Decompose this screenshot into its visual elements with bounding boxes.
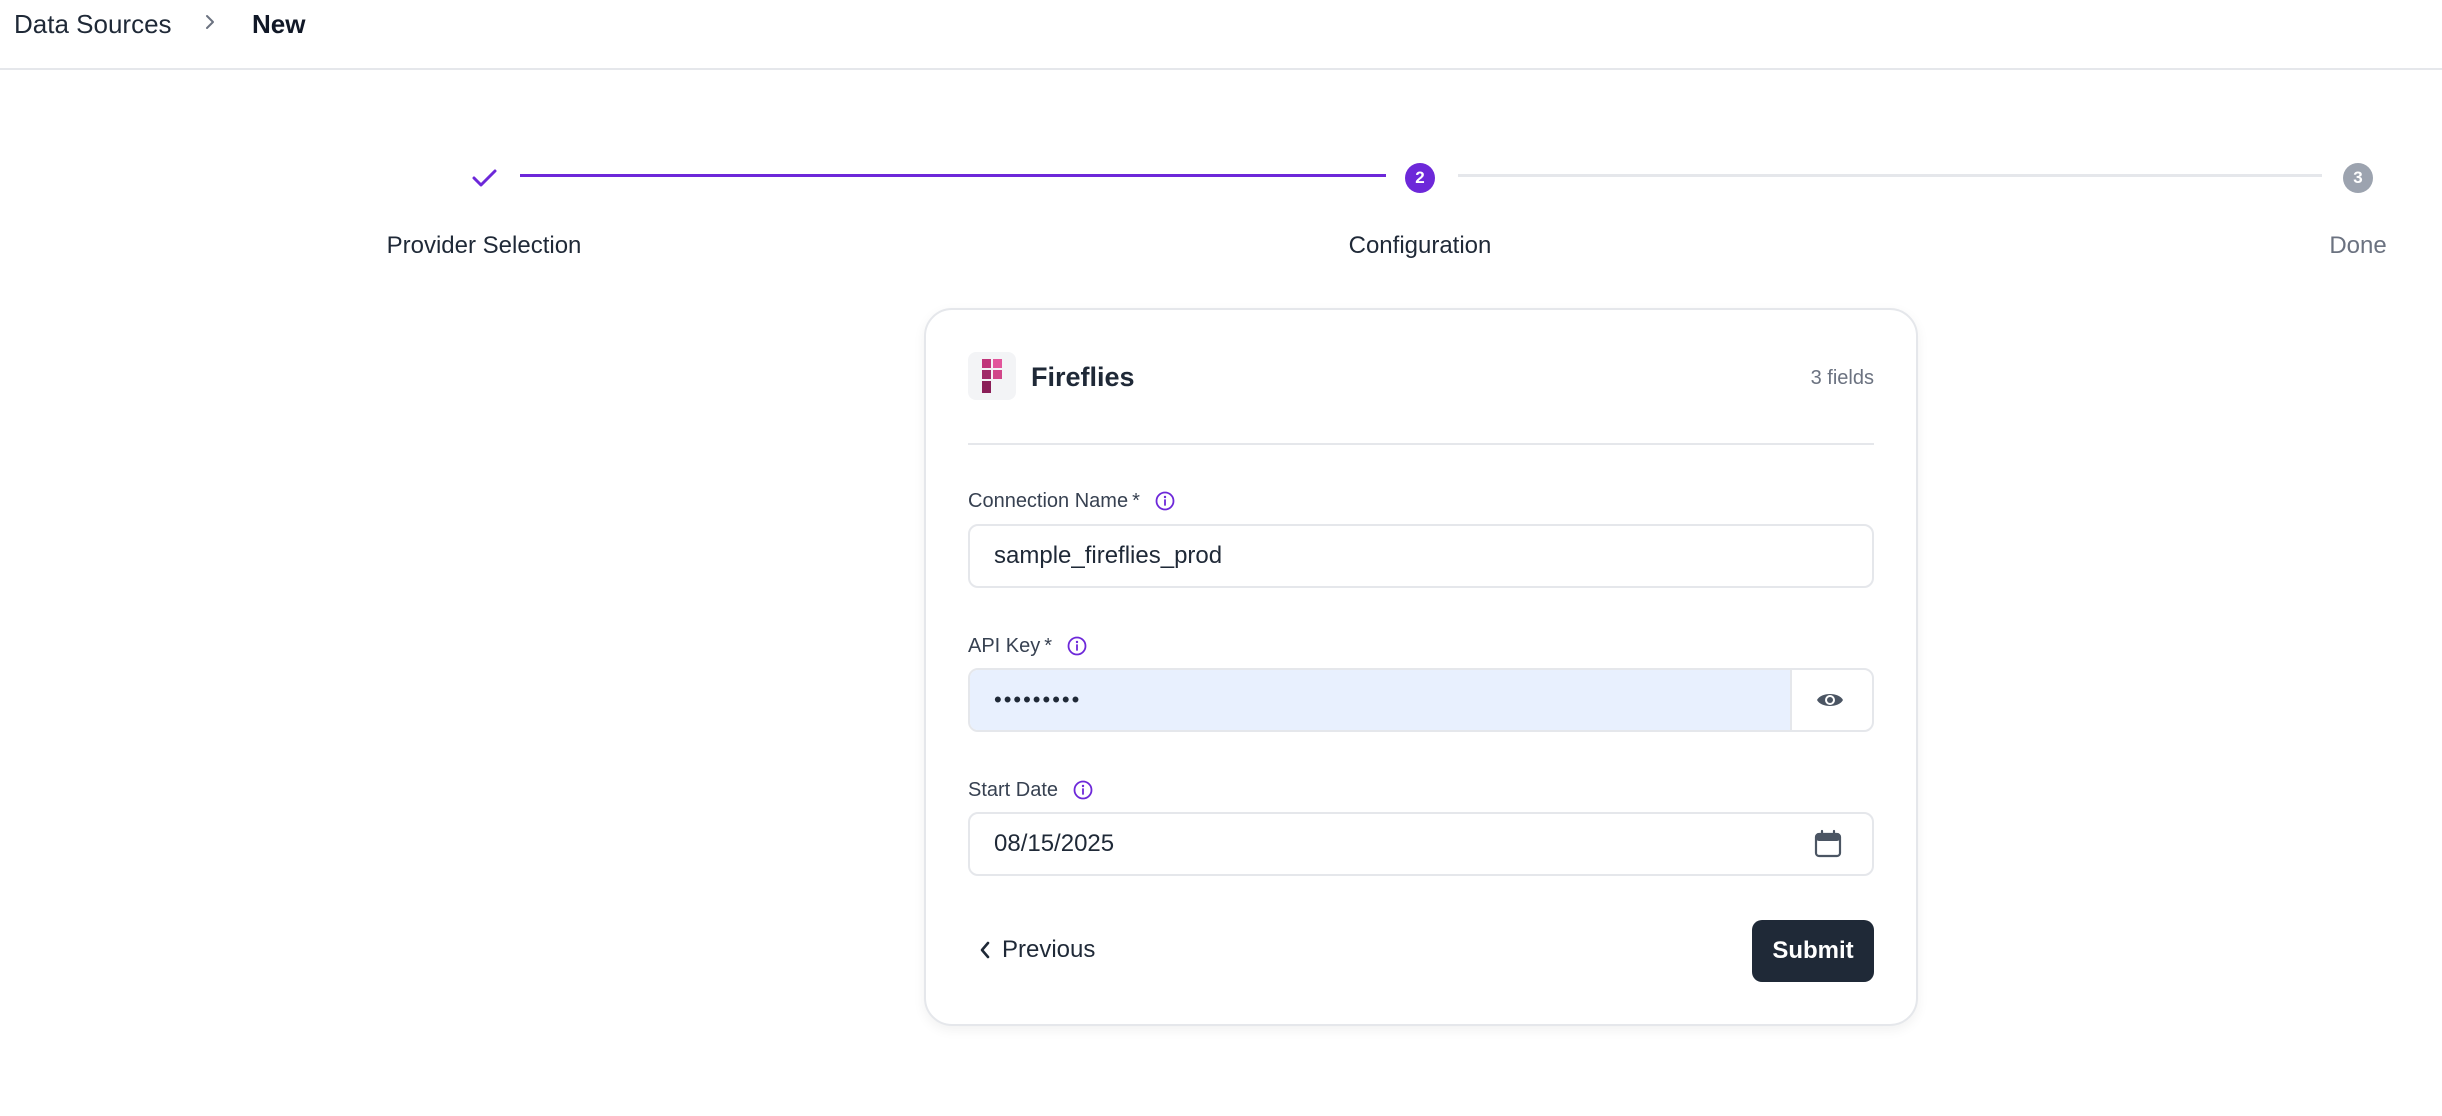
check-icon	[472, 169, 497, 187]
submit-button[interactable]: Submit	[1752, 920, 1874, 982]
info-icon[interactable]	[1066, 635, 1088, 657]
api-key-input[interactable]: •••••••••	[968, 668, 1874, 732]
chevron-left-icon	[980, 941, 990, 959]
connection-name-label: Connection Name *	[968, 488, 1176, 514]
breadcrumb-current: New	[252, 9, 306, 39]
toggle-visibility-button[interactable]	[1788, 670, 1872, 730]
configuration-card: Fireflies 3 fields Connection Name * samp…	[924, 308, 1918, 1026]
calendar-icon[interactable]	[1812, 828, 1844, 860]
connection-name-input[interactable]: sample_fireflies_prod	[968, 524, 1874, 588]
step-connector-completed	[520, 174, 1386, 177]
api-key-label-text: API Key	[968, 635, 1041, 657]
start-date-label: Start Date	[968, 777, 1094, 803]
step-2-marker: 2	[1405, 163, 1435, 193]
chevron-right-icon	[206, 15, 214, 29]
eye-icon	[1817, 694, 1843, 706]
connection-name-label-text: Connection Name	[968, 490, 1129, 512]
start-date-label-text: Start Date	[968, 779, 1059, 801]
api-key-autofill-area[interactable]	[970, 670, 1792, 730]
connection-name-value: sample_fireflies_prod	[994, 542, 1223, 569]
card-divider	[968, 443, 1874, 445]
api-key-value: •••••••••	[994, 687, 1082, 712]
provider-name: Fireflies	[1031, 362, 1135, 392]
previous-button[interactable]: Previous	[978, 930, 1095, 970]
breadcrumb-data-sources[interactable]: Data Sources	[14, 6, 172, 42]
field-count: 3 fields	[1810, 367, 1874, 389]
info-icon[interactable]	[1072, 779, 1094, 801]
required-mark: *	[1044, 635, 1053, 657]
previous-label: Previous	[1002, 936, 1096, 963]
start-date-input[interactable]: 08/15/2025	[968, 812, 1874, 876]
info-icon[interactable]	[1154, 490, 1176, 512]
api-key-label: API Key *	[968, 633, 1088, 659]
step-label-done: Done	[2329, 232, 2387, 259]
top-bar: Data Sources New	[0, 0, 2442, 70]
fireflies-logo-icon	[968, 352, 1016, 400]
required-mark: *	[1132, 490, 1140, 512]
start-date-value: 08/15/2025	[994, 830, 1115, 857]
step-3-marker: 3	[2343, 163, 2373, 193]
step-connector-pending	[1458, 174, 2322, 177]
step-label-provider-selection: Provider Selection	[386, 232, 582, 259]
step-label-configuration: Configuration	[1348, 232, 1492, 259]
